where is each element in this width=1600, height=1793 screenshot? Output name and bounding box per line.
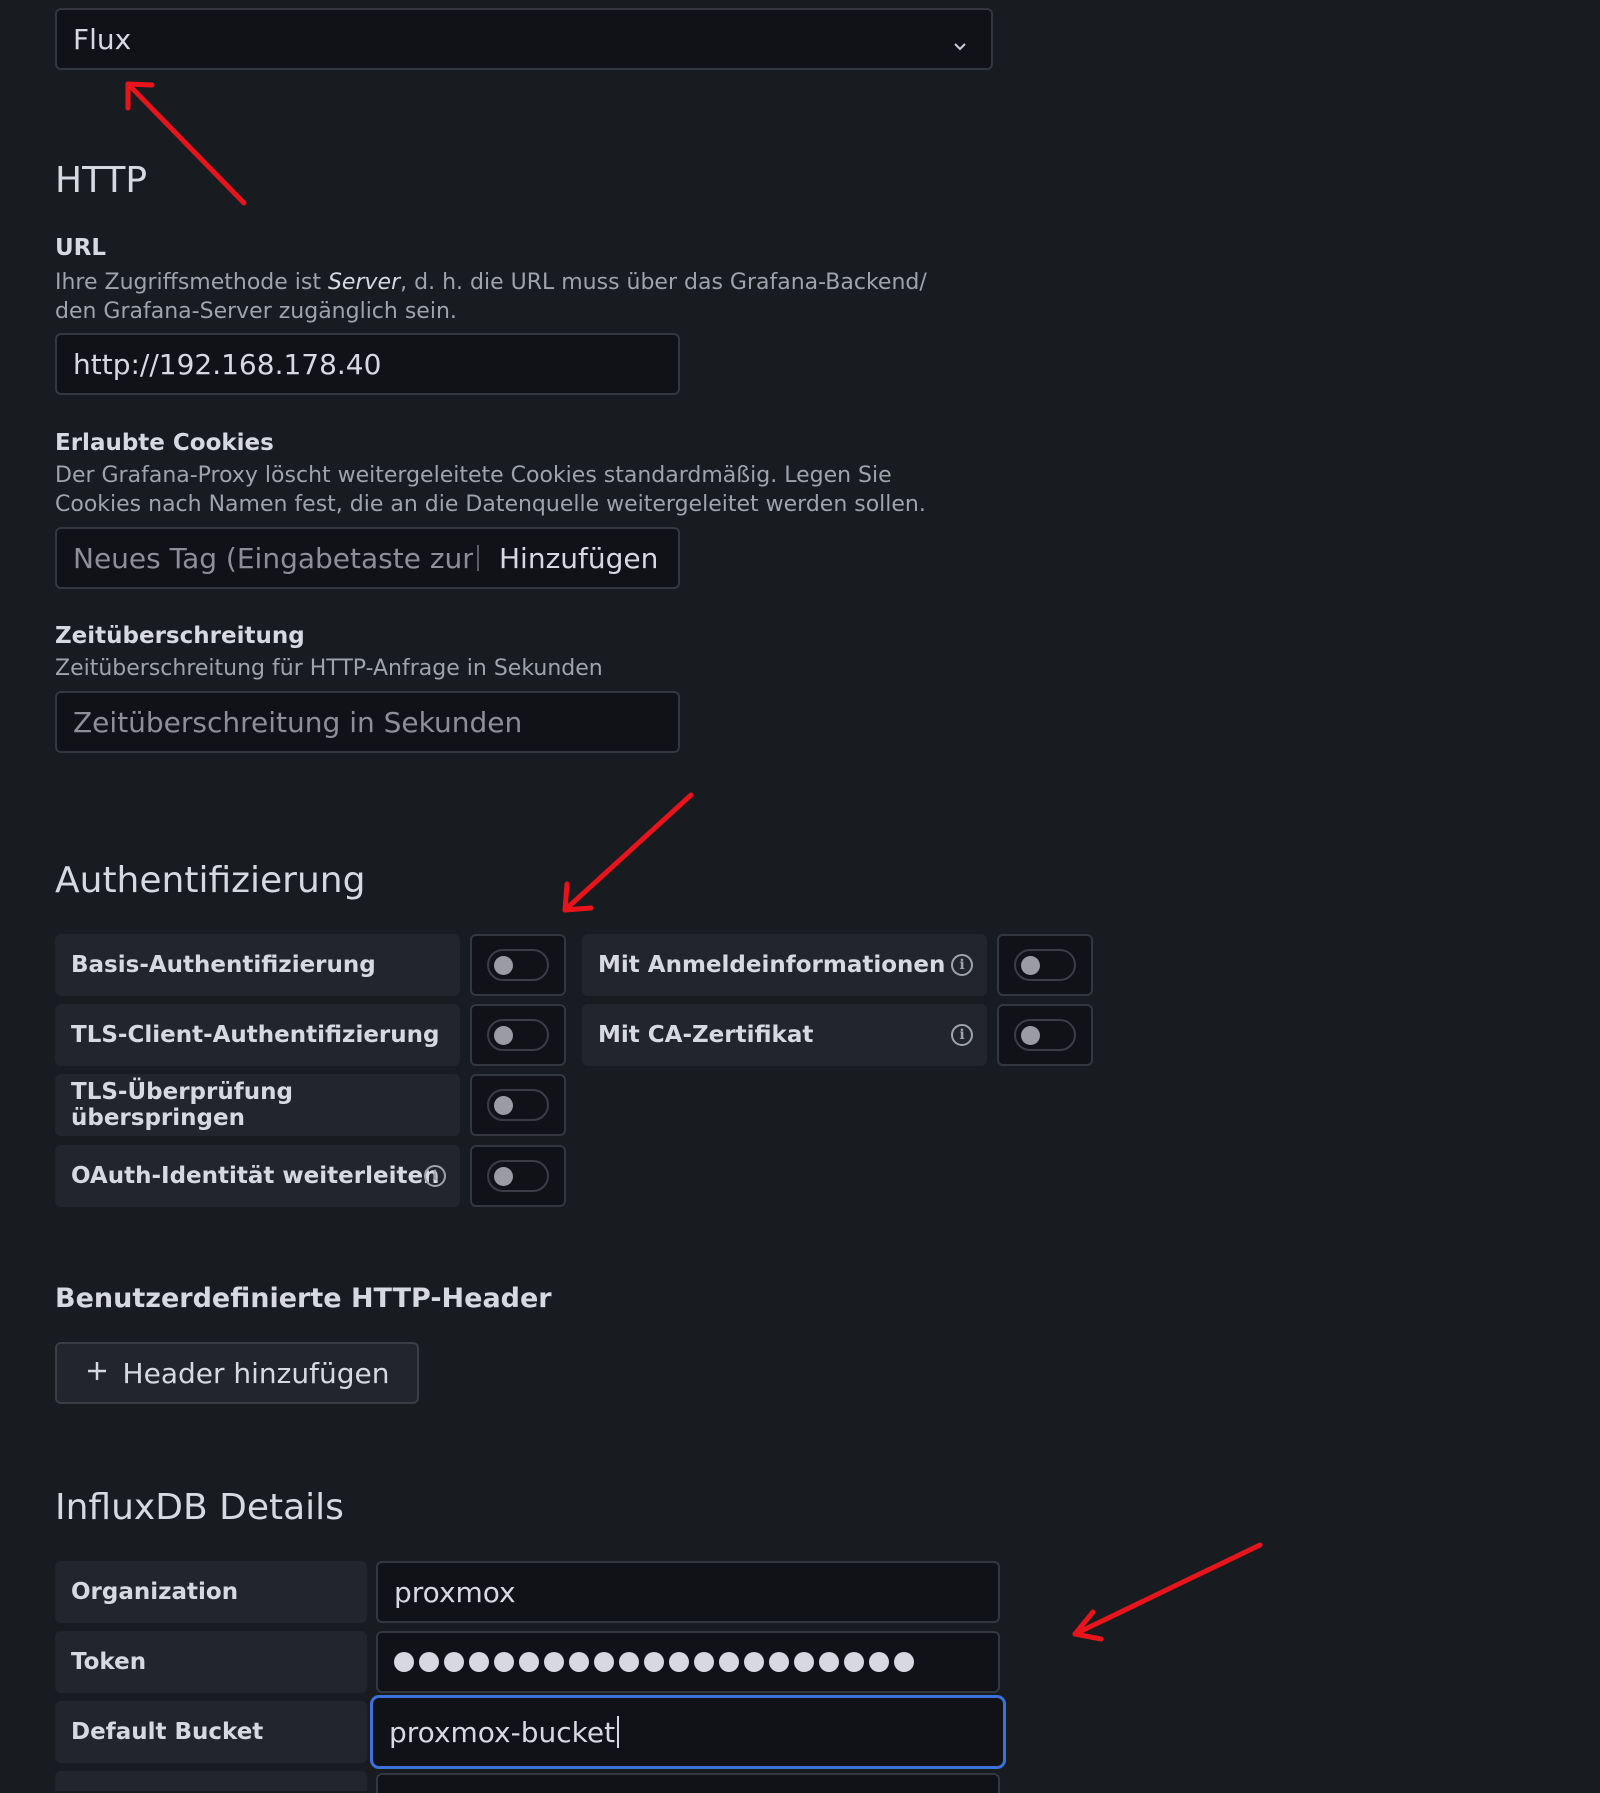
annotation-arrow-2 [562,792,694,913]
annotation-arrow-3 [1072,1542,1263,1637]
annotation-arrows [125,81,1263,1642]
annotation-arrow-1 [125,81,247,206]
